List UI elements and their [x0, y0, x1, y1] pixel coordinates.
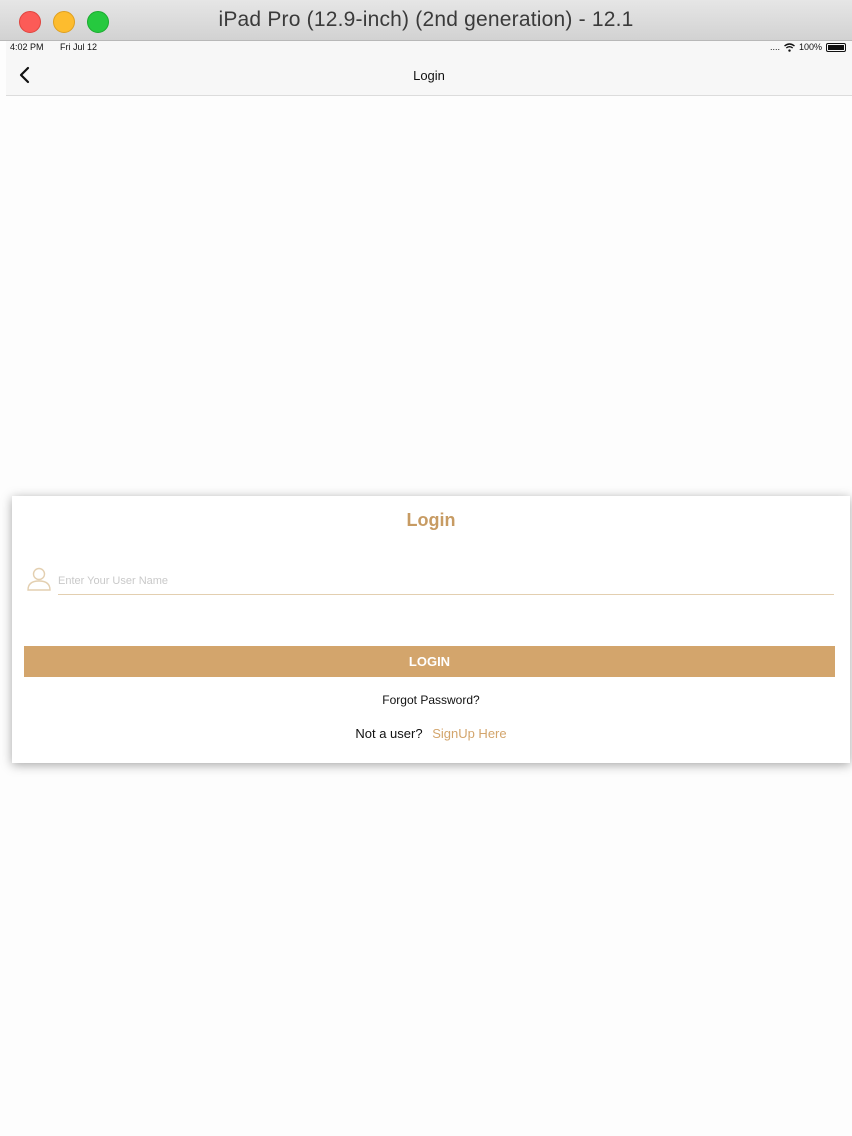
- ios-status-bar: 4:02 PM Fri Jul 12 .... 100%: [6, 41, 852, 55]
- status-indicators: .... 100%: [770, 42, 846, 52]
- window-titlebar: iPad Pro (12.9-inch) (2nd generation) - …: [0, 0, 852, 41]
- nav-title: Login: [413, 68, 445, 83]
- window-title: iPad Pro (12.9-inch) (2nd generation) - …: [218, 8, 634, 31]
- signup-link[interactable]: SignUp Here: [432, 726, 506, 741]
- login-card: Login LOGIN Forgot Password? Not a user?…: [12, 496, 850, 763]
- battery-icon: [826, 42, 846, 52]
- wifi-icon: [784, 42, 795, 52]
- forgot-password-link[interactable]: Forgot Password?: [12, 693, 850, 707]
- status-time: 4:02 PM: [10, 42, 44, 52]
- battery-percentage: 100%: [798, 42, 822, 52]
- signal-dots: ....: [769, 42, 780, 52]
- status-date: Fri Jul 12: [60, 42, 98, 52]
- username-input[interactable]: [58, 568, 834, 595]
- login-card-title: Login: [406, 510, 456, 530]
- login-button[interactable]: LOGIN: [24, 646, 835, 677]
- navigation-bar: Login: [6, 55, 852, 96]
- simulator-window: iPad Pro (12.9-inch) (2nd generation) - …: [0, 0, 852, 1136]
- user-icon: [27, 567, 51, 591]
- not-a-user-label: Not a user?: [355, 726, 423, 741]
- signup-row: Not a user? SignUp Here: [12, 726, 850, 741]
